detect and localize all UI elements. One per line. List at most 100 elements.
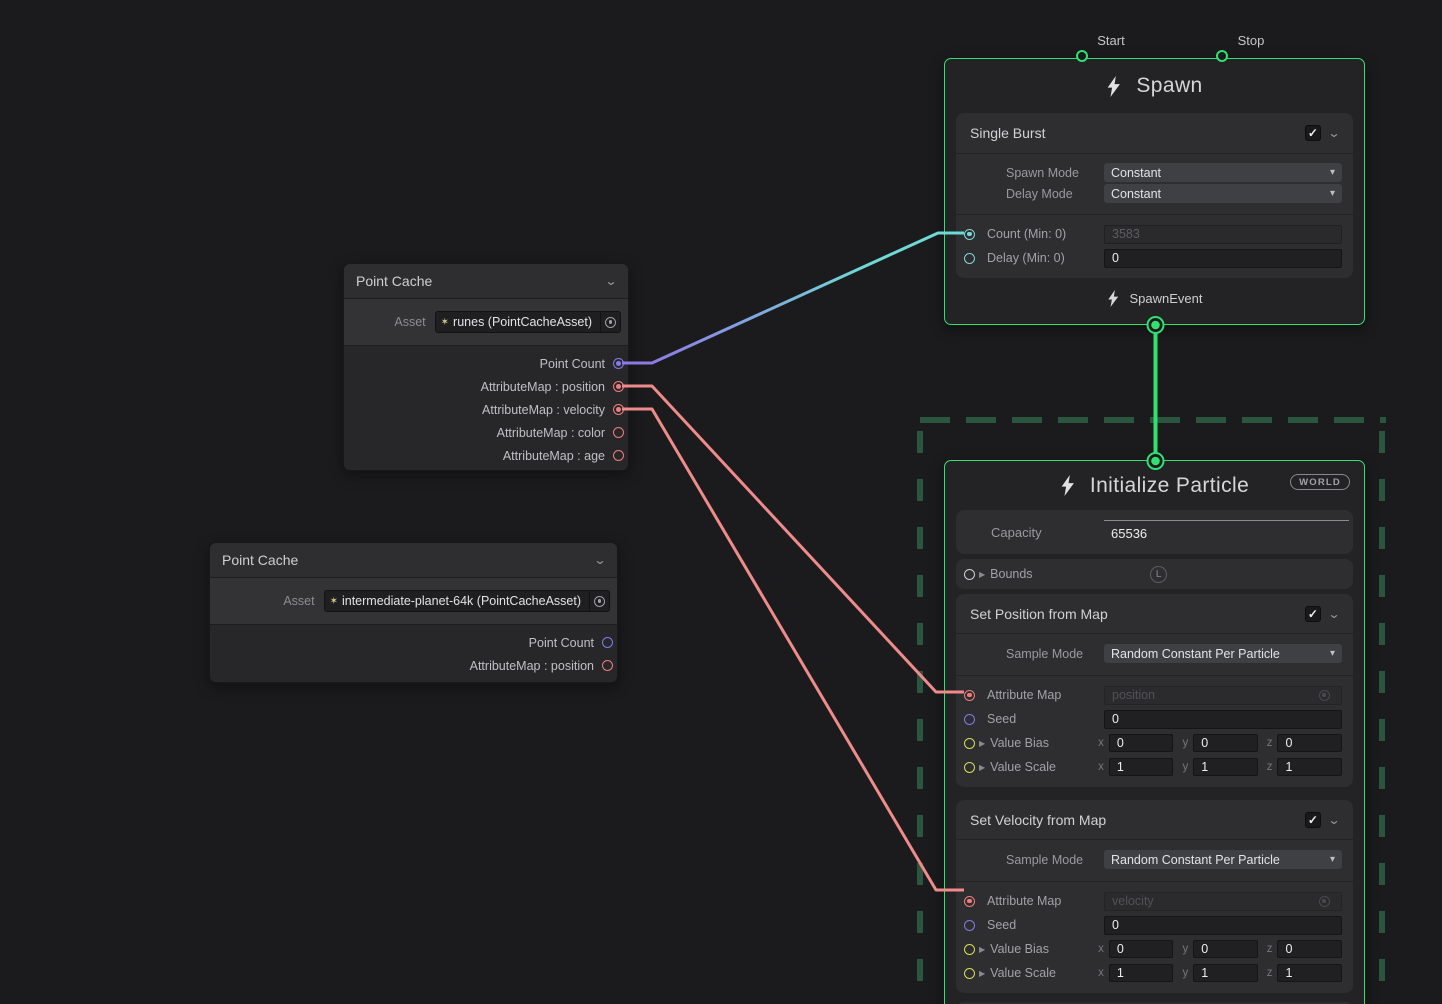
value-bias-z-field[interactable]: 0 — [1277, 940, 1342, 958]
initialize-particle-node[interactable]: Initialize Particle WORLD Capacity 65536… — [944, 460, 1365, 1004]
system-border-right — [1379, 431, 1385, 1004]
value-bias-x-field[interactable]: 0 — [1109, 940, 1174, 958]
value-scale-x-field[interactable]: 1 — [1109, 964, 1174, 982]
value-scale-label: Value Scale — [990, 760, 1090, 774]
flow-input-port-stop[interactable] — [1216, 50, 1228, 62]
seed-input-port[interactable] — [964, 920, 975, 931]
attributemap-position-output-port[interactable] — [613, 381, 624, 392]
spawn-node-title-bar[interactable]: Spawn — [945, 59, 1364, 113]
point-cache-planet-header[interactable]: Point Cache ⌄ — [210, 543, 617, 578]
set-velocity-settings: Sample Mode Random Constant Per Particle… — [956, 840, 1353, 882]
value-bias-z-field[interactable]: 0 — [1277, 734, 1342, 752]
set-velocity-title: Set Velocity from Map — [970, 812, 1106, 828]
chevron-down-icon[interactable]: ⌄ — [604, 275, 617, 287]
seed-input-port[interactable] — [964, 714, 975, 725]
set-velocity-checkbox[interactable]: ✓ — [1305, 812, 1321, 828]
value-bias-input-port[interactable] — [964, 738, 975, 749]
value-bias-x-field[interactable]: 0 — [1109, 734, 1174, 752]
system-border-top — [920, 417, 1386, 423]
edge-position-to-attributemap[interactable] — [622, 386, 964, 692]
initialize-title: Initialize Particle — [1090, 474, 1249, 498]
world-space-badge[interactable]: WORLD — [1290, 474, 1350, 490]
point-cache-runes-outputs: Point Count AttributeMap : position Attr… — [344, 346, 628, 471]
output-row-position: AttributeMap : position — [210, 654, 617, 677]
set-position-checkbox[interactable]: ✓ — [1305, 606, 1321, 622]
seed-field[interactable]: 0 — [1104, 710, 1342, 729]
capacity-field[interactable]: 65536 — [1104, 520, 1349, 544]
point-cache-runes-asset-row: Asset ✶ runes (PointCacheAsset) — [344, 299, 628, 346]
delay-input-port[interactable] — [964, 253, 975, 264]
value-bias-y-field[interactable]: 0 — [1193, 734, 1258, 752]
sample-mode-dropdown[interactable]: Random Constant Per Particle▾ — [1104, 850, 1342, 869]
chevron-down-icon[interactable]: ⌄ — [1327, 814, 1340, 826]
count-field[interactable]: 3583 — [1104, 225, 1342, 244]
attributemap-position-output-port[interactable] — [602, 660, 613, 671]
delay-row: Delay (Min: 0) 0 — [956, 246, 1353, 270]
local-space-icon[interactable]: L — [1150, 566, 1167, 583]
attribute-map-field[interactable]: velocity — [1104, 892, 1342, 911]
set-position-from-map-block: Set Position from Map ✓ ⌄ Sample Mode Ra… — [956, 594, 1353, 787]
attribute-map-input-port[interactable] — [964, 896, 975, 907]
flow-input-label-stop: Stop — [1221, 33, 1281, 48]
delay-mode-dropdown[interactable]: Constant▾ — [1104, 184, 1342, 203]
expander-triangle-icon[interactable]: ▶ — [979, 969, 985, 978]
chevron-down-icon[interactable]: ⌄ — [593, 554, 606, 566]
seed-row: Seed 0 — [956, 913, 1353, 937]
output-row-position: AttributeMap : position — [344, 375, 628, 398]
count-input-port[interactable] — [964, 229, 975, 240]
attributemap-color-output-port[interactable] — [613, 427, 624, 438]
asset-object-field[interactable]: ✶ intermediate-planet-64k (PointCacheAss… — [324, 590, 610, 612]
value-scale-input-port[interactable] — [964, 968, 975, 979]
attribute-map-input-port[interactable] — [964, 690, 975, 701]
attributemap-age-output-port[interactable] — [613, 450, 624, 461]
set-velocity-header[interactable]: Set Velocity from Map ✓ ⌄ — [956, 800, 1353, 840]
expander-triangle-icon[interactable]: ▶ — [979, 763, 985, 772]
flow-input-port-start[interactable] — [1076, 50, 1088, 62]
output-row-point-count: Point Count — [210, 631, 617, 654]
value-bias-label: Value Bias — [990, 736, 1090, 750]
value-scale-input-port[interactable] — [964, 762, 975, 773]
point-count-output-port[interactable] — [613, 358, 624, 369]
expander-triangle-icon[interactable]: ▶ — [979, 945, 985, 954]
axis-z-label: z — [1267, 737, 1273, 749]
point-cache-asset-icon: ✶ — [330, 596, 338, 607]
attribute-map-row: Attribute Map position — [956, 683, 1353, 707]
value-scale-y-field[interactable]: 1 — [1193, 964, 1258, 982]
point-cache-runes-node[interactable]: Point Cache ⌄ Asset ✶ runes (PointCacheA… — [343, 263, 629, 471]
bounds-input-port[interactable] — [964, 569, 975, 580]
attribute-map-field[interactable]: position — [1104, 686, 1342, 705]
object-picker-icon[interactable] — [600, 312, 620, 332]
edge-pointcount-to-count[interactable] — [622, 233, 964, 363]
attributemap-velocity-output-port[interactable] — [613, 404, 624, 415]
value-scale-z-field[interactable]: 1 — [1277, 964, 1342, 982]
spawn-node[interactable]: Start Stop Spawn Single Burst ✓ ⌄ Spawn … — [944, 58, 1365, 325]
single-burst-header[interactable]: Single Burst ✓ ⌄ — [956, 113, 1353, 154]
system-border-left — [917, 431, 923, 1004]
asset-object-field[interactable]: ✶ runes (PointCacheAsset) — [435, 311, 621, 333]
point-count-output-port[interactable] — [602, 637, 613, 648]
delay-field[interactable]: 0 — [1104, 249, 1342, 268]
sample-mode-dropdown[interactable]: Random Constant Per Particle▾ — [1104, 644, 1342, 663]
value-scale-y-field[interactable]: 1 — [1193, 758, 1258, 776]
delay-label: Delay (Min: 0) — [987, 251, 1100, 265]
chevron-down-icon[interactable]: ⌄ — [1327, 608, 1340, 620]
object-picker-icon[interactable] — [589, 591, 609, 611]
point-cache-asset-icon: ✶ — [441, 317, 449, 328]
set-position-header[interactable]: Set Position from Map ✓ ⌄ — [956, 594, 1353, 634]
bounds-label: Bounds — [990, 567, 1090, 581]
single-burst-checkbox[interactable]: ✓ — [1305, 125, 1321, 141]
value-bias-y-field[interactable]: 0 — [1193, 940, 1258, 958]
value-bias-input-port[interactable] — [964, 944, 975, 955]
edge-velocity-to-attributemap[interactable] — [622, 409, 964, 890]
spawn-mode-dropdown[interactable]: Constant▾ — [1104, 163, 1342, 182]
asset-label: Asset — [394, 315, 425, 329]
vfx-graph-canvas[interactable]: Start Stop Spawn Single Burst ✓ ⌄ Spawn … — [0, 0, 1442, 1004]
value-scale-z-field[interactable]: 1 — [1277, 758, 1342, 776]
point-cache-planet-node[interactable]: Point Cache ⌄ Asset ✶ intermediate-plane… — [209, 542, 618, 683]
chevron-down-icon[interactable]: ⌄ — [1327, 127, 1340, 139]
seed-field[interactable]: 0 — [1104, 916, 1342, 935]
expander-triangle-icon[interactable]: ▶ — [979, 739, 985, 748]
value-scale-x-field[interactable]: 1 — [1109, 758, 1174, 776]
point-cache-runes-header[interactable]: Point Cache ⌄ — [344, 264, 628, 299]
expander-triangle-icon[interactable]: ▶ — [979, 570, 985, 579]
